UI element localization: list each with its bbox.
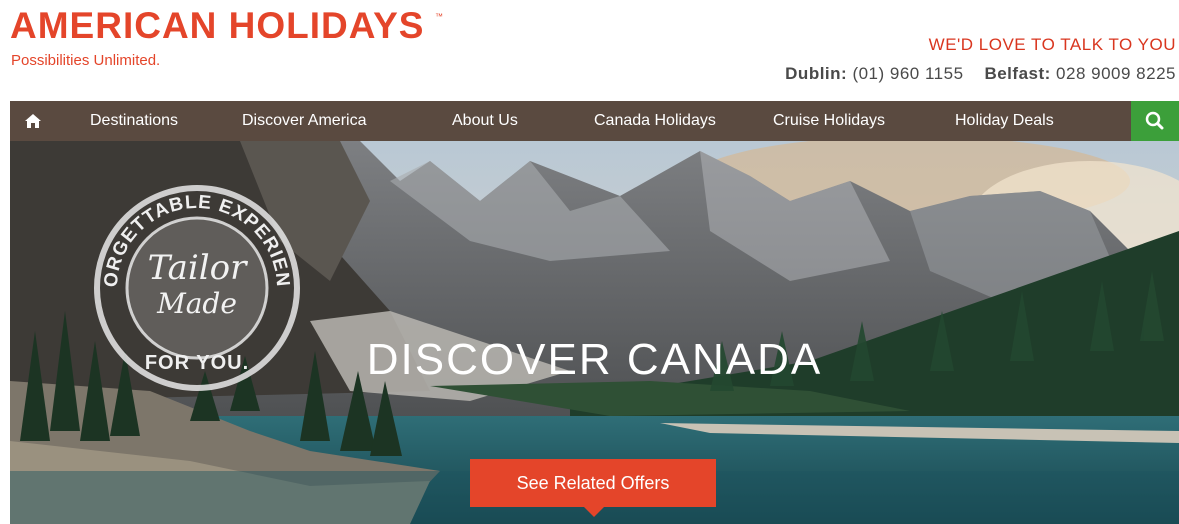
- stamp-line1: Tailor: [148, 248, 249, 288]
- main-nav: Destinations Discover America About Us C…: [10, 101, 1179, 141]
- see-related-offers-button[interactable]: See Related Offers: [470, 459, 716, 507]
- belfast-phone[interactable]: 028 9009 8225: [1056, 64, 1176, 83]
- nav-item-discover-america[interactable]: Discover America: [242, 101, 366, 141]
- contact-phones: Dublin: (01) 960 1155 Belfast: 028 9009 …: [785, 64, 1176, 84]
- stamp-line2: Made: [156, 287, 237, 320]
- contact-heading: WE'D LOVE TO TALK TO YOU: [928, 35, 1176, 54]
- hero-banner: UNFORGETTABLE EXPERIENCES Tailor Made FO…: [10, 141, 1179, 524]
- cta-arrow-icon: [584, 507, 604, 517]
- nav-item-destinations[interactable]: Destinations: [90, 101, 178, 141]
- dublin-phone[interactable]: (01) 960 1155: [852, 64, 963, 83]
- tagline: Possibilities Unlimited.: [11, 52, 161, 69]
- hero-title: DISCOVER CANADA: [366, 335, 823, 384]
- site-logo[interactable]: AMERICAN HOLIDAYS: [10, 6, 424, 46]
- home-icon[interactable]: [24, 112, 42, 130]
- nav-item-holiday-deals[interactable]: Holiday Deals: [955, 101, 1054, 141]
- trademark-mark: ™: [435, 12, 443, 21]
- dublin-label: Dublin:: [785, 64, 848, 83]
- belfast-label: Belfast:: [984, 64, 1051, 83]
- search-icon: [1145, 111, 1164, 130]
- site-header: AMERICAN HOLIDAYS ™ Possibilities Unlimi…: [0, 0, 1179, 101]
- nav-item-about-us[interactable]: About Us: [452, 101, 518, 141]
- nav-item-canada-holidays[interactable]: Canada Holidays: [594, 101, 716, 141]
- nav-item-cruise-holidays[interactable]: Cruise Holidays: [773, 101, 885, 141]
- search-button[interactable]: [1131, 101, 1179, 141]
